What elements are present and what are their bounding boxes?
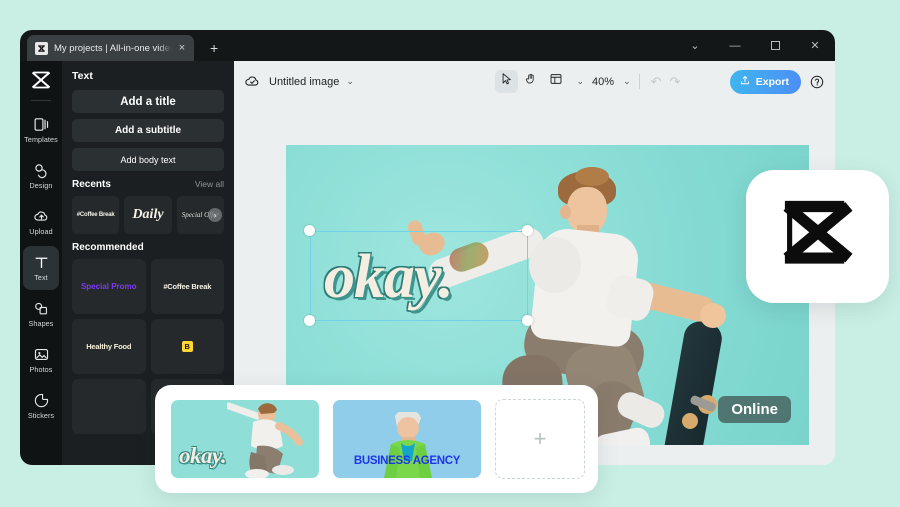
hand-icon — [524, 72, 538, 91]
sidebar-item-label: Upload — [29, 227, 53, 236]
chevron-down-icon[interactable]: ⌄ — [346, 76, 354, 87]
resize-handle-top-left[interactable] — [304, 225, 315, 236]
rail-divider — [31, 100, 51, 101]
toolbar-right-group: Export — [729, 69, 825, 94]
sidebar-item-upload[interactable]: Upload — [23, 200, 59, 244]
panel-heading: Text — [72, 70, 93, 82]
document-title[interactable]: Untitled image — [269, 76, 339, 88]
page-thumbnail-2[interactable]: BUSINESS AGENCY — [333, 400, 481, 478]
business-woman-thumbnail-image — [384, 412, 432, 478]
select-tool-button[interactable] — [494, 70, 518, 93]
recommended-tile-label: Healthy Food — [86, 342, 132, 351]
text-icon — [33, 254, 50, 271]
recommended-tile[interactable]: Healthy Food — [72, 319, 146, 374]
canvas-text-layer[interactable]: okay. — [324, 239, 524, 315]
recents-header: Recents View all — [72, 179, 224, 190]
recent-tile-label: Daily — [132, 207, 164, 222]
new-tab-button[interactable]: + — [210, 41, 218, 55]
browser-tab[interactable]: My projects | All-in-one video × — [27, 35, 194, 61]
add-page-button[interactable]: + — [495, 399, 585, 479]
layout-chevron-down-icon[interactable]: ⌄ — [577, 76, 585, 87]
sidebar-item-stickers[interactable]: Stickers — [23, 384, 59, 428]
sidebar-item-label: Photos — [29, 365, 53, 374]
upload-icon — [33, 208, 50, 225]
add-body-text-button[interactable]: Add body text — [72, 148, 224, 171]
tab-close-icon[interactable]: × — [176, 42, 188, 54]
sidebar-item-label: Design — [29, 181, 53, 190]
sidebar-item-label: Stickers — [27, 411, 55, 420]
recommended-tile-label: #Coffee Break — [163, 282, 212, 291]
export-button-label: Export — [755, 75, 789, 88]
recommended-tile-label: Special Promo — [80, 282, 137, 291]
zoom-level-value[interactable]: 40% — [592, 76, 614, 88]
redo-icon[interactable]: ↷ — [667, 74, 684, 90]
recents-next-icon[interactable]: › — [208, 208, 222, 222]
recommended-tile[interactable] — [72, 379, 146, 434]
page-filmstrip: okay. BUSINESS AGENCY + — [155, 385, 598, 493]
recent-tile-label: #Coffee Break — [76, 212, 115, 218]
resize-handle-bottom-left[interactable] — [304, 315, 315, 326]
recents-view-all-link[interactable]: View all — [195, 179, 224, 189]
sidebar-item-shapes[interactable]: Shapes — [23, 292, 59, 336]
recommended-tile[interactable]: B — [150, 319, 224, 374]
layout-panel-icon — [549, 72, 563, 91]
recommended-tile[interactable]: #Coffee Break — [150, 259, 224, 314]
upload-share-icon — [739, 74, 751, 89]
capcut-logo-icon[interactable] — [29, 68, 53, 92]
recommended-tile[interactable]: Special Promo — [72, 259, 146, 314]
recents-list: #Coffee Break Daily Special Offer › — [72, 196, 224, 234]
recent-tile[interactable]: #Coffee Break — [72, 196, 120, 234]
recommended-tile-label: B — [181, 341, 193, 352]
recent-tile[interactable]: Daily — [124, 196, 172, 234]
minimize-button[interactable]: — — [715, 30, 755, 61]
capcut-favicon-icon — [35, 41, 48, 55]
sidebar-item-templates[interactable]: Templates — [23, 108, 59, 152]
sidebar-item-label: Text — [34, 273, 48, 282]
sidebar-item-label: Templates — [24, 135, 58, 144]
toolbar-center-group: ⌄ 40% ⌄ ↶ ↷ — [494, 70, 684, 93]
resize-handle-bottom-right[interactable] — [522, 315, 533, 326]
left-rail: Templates Design Upload Text Shapes Phot… — [20, 61, 62, 465]
shapes-icon — [33, 300, 50, 317]
cloud-saved-icon — [244, 73, 261, 90]
editor-toolbar: Untitled image ⌄ ⌄ 40% ⌄ ↶ ↷ Export — [234, 61, 835, 102]
stickers-icon — [33, 392, 50, 409]
export-button[interactable]: Export — [729, 69, 801, 94]
sidebar-item-design[interactable]: Design — [23, 154, 59, 198]
capcut-logo-icon — [775, 191, 861, 282]
add-subtitle-button[interactable]: Add a subtitle — [72, 119, 224, 142]
tab-search-button[interactable]: ⌄ — [675, 30, 715, 61]
design-icon — [33, 162, 50, 179]
window-controls: ⌄ — ✕ — [675, 30, 835, 61]
page-thumbnail-1-label: okay. — [179, 443, 227, 468]
undo-icon[interactable]: ↶ — [648, 74, 665, 90]
sidebar-item-photos[interactable]: Photos — [23, 338, 59, 382]
resize-handle-top-right[interactable] — [522, 225, 533, 236]
sidebar-item-text[interactable]: Text — [23, 246, 59, 290]
recommended-heading: Recommended — [72, 242, 144, 253]
capcut-logo-badge — [746, 170, 889, 303]
zoom-chevron-down-icon[interactable]: ⌄ — [623, 76, 631, 87]
page-thumbnail-1[interactable]: okay. — [171, 400, 319, 478]
tab-title: My projects | All-in-one video — [54, 42, 172, 54]
close-button[interactable]: ✕ — [795, 30, 835, 61]
recents-heading: Recents — [72, 179, 111, 190]
maximize-button[interactable] — [755, 30, 795, 61]
photos-icon — [33, 346, 50, 363]
skater-thumbnail-image — [227, 402, 303, 478]
recommended-header: Recommended — [72, 242, 224, 253]
online-badge: Online — [718, 396, 791, 423]
layout-tool-button[interactable] — [545, 70, 568, 93]
sidebar-item-label: Shapes — [28, 319, 54, 328]
titlebar: My projects | All-in-one video × + ⌄ — ✕ — [20, 30, 835, 61]
hand-tool-button[interactable] — [520, 70, 543, 93]
help-circle-icon[interactable] — [809, 74, 825, 90]
toolbar-separator — [638, 74, 640, 89]
cursor-arrow-icon — [499, 72, 513, 91]
templates-icon — [33, 116, 50, 133]
page-thumbnail-2-label: BUSINESS AGENCY — [353, 455, 461, 467]
add-title-button[interactable]: Add a title — [72, 90, 224, 113]
